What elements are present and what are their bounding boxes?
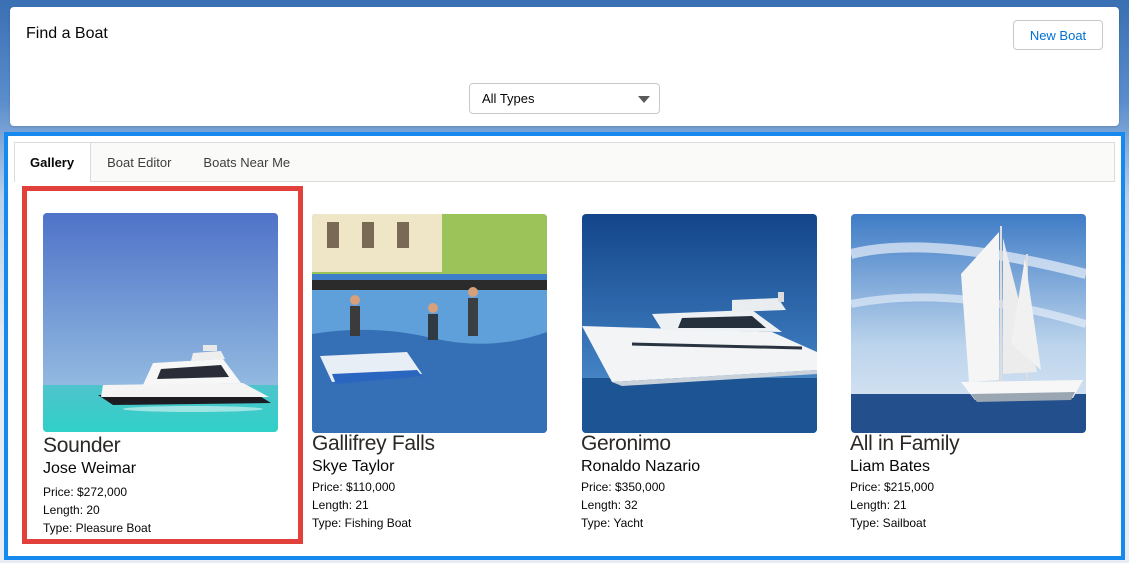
boat-price: Price: $350,000 bbox=[581, 480, 666, 494]
boat-length: Length: 20 bbox=[43, 503, 100, 517]
boat-type-select[interactable]: All Types bbox=[469, 83, 660, 114]
boat-image-sounder bbox=[43, 213, 278, 432]
boat-price: Price: $215,000 bbox=[850, 480, 935, 494]
chevron-down-icon bbox=[638, 96, 650, 103]
boat-length: Length: 32 bbox=[581, 498, 638, 512]
boat-type: Type: Sailboat bbox=[850, 516, 927, 530]
boat-tile-gallifrey-falls[interactable]: Gallifrey Falls Skye Taylor Price: $110,… bbox=[296, 186, 577, 544]
boat-tile-sounder[interactable]: Sounder Jose Weimar Price: $272,000 Leng… bbox=[22, 186, 303, 544]
boat-price: Price: $272,000 bbox=[43, 485, 128, 499]
new-boat-button[interactable]: New Boat bbox=[1013, 20, 1103, 50]
boat-image-gallifrey-falls bbox=[312, 214, 547, 433]
boat-type-select-value: All Types bbox=[482, 91, 535, 106]
boat-owner: Jose Weimar bbox=[43, 460, 137, 477]
boat-name: All in Family bbox=[850, 432, 960, 455]
boat-name: Sounder bbox=[43, 434, 121, 457]
search-results-card: Gallery Boat Editor Boats Near Me Sounde… bbox=[4, 132, 1125, 560]
boat-type: Type: Pleasure Boat bbox=[43, 521, 152, 535]
boat-name: Gallifrey Falls bbox=[312, 432, 435, 455]
page-title: Find a Boat bbox=[26, 25, 108, 42]
boat-image-geronimo bbox=[582, 214, 817, 433]
boat-gallery: Sounder Jose Weimar Price: $272,000 Leng… bbox=[8, 136, 1121, 556]
boat-image-all-in-family bbox=[851, 214, 1086, 433]
boat-owner: Ronaldo Nazario bbox=[581, 458, 701, 475]
boat-name: Geronimo bbox=[581, 432, 671, 455]
search-header-card: Find a Boat New Boat All Types bbox=[10, 7, 1119, 126]
boat-type: Type: Yacht bbox=[581, 516, 644, 530]
boat-length: Length: 21 bbox=[850, 498, 907, 512]
boat-length: Length: 21 bbox=[312, 498, 369, 512]
boat-owner: Liam Bates bbox=[850, 458, 931, 475]
boat-tile-geronimo[interactable]: Geronimo Ronaldo Nazario Price: $350,000… bbox=[565, 186, 846, 544]
boat-tile-all-in-family[interactable]: All in Family Liam Bates Price: $215,000… bbox=[834, 186, 1115, 544]
boat-owner: Skye Taylor bbox=[312, 458, 395, 475]
boat-price: Price: $110,000 bbox=[312, 480, 396, 494]
boat-type: Type: Fishing Boat bbox=[312, 516, 412, 530]
